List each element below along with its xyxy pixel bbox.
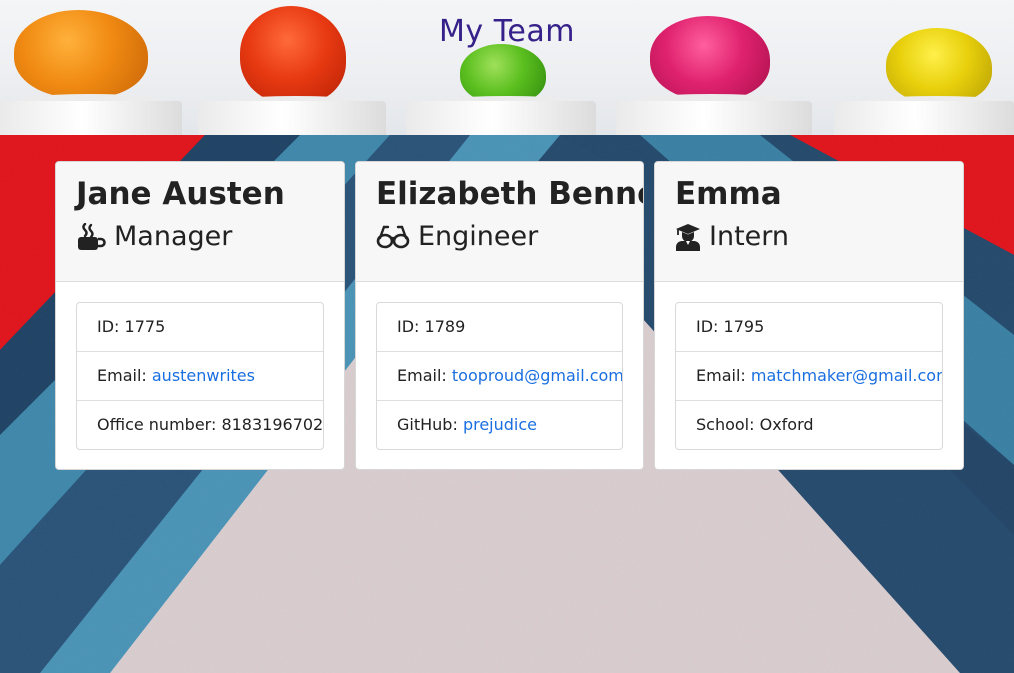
list-item-email: Email: austenwrites <box>77 352 323 401</box>
glasses-icon <box>376 224 410 250</box>
plant-pot <box>406 101 596 135</box>
card-body: ID: 1775 Email: austenwrites Office numb… <box>56 282 344 469</box>
graduate-icon <box>675 223 701 251</box>
school-label: School: <box>696 415 755 434</box>
office-number-label: Office number: <box>97 415 217 434</box>
email-link[interactable]: matchmaker@gmail.com <box>751 366 942 385</box>
info-list: ID: 1795 Email: matchmaker@gmail.com Sch… <box>675 302 943 450</box>
role-label: Intern <box>709 221 790 252</box>
role-label: Manager <box>114 221 233 252</box>
id-value: 1789 <box>424 317 466 336</box>
github-link[interactable]: prejudice <box>463 415 537 434</box>
employee-role: Engineer <box>376 220 623 254</box>
card-header: Elizabeth Bennet Engineer <box>356 162 643 282</box>
email-label: Email: <box>97 366 147 385</box>
email-link[interactable]: tooproud@gmail.com <box>452 366 622 385</box>
plant-pot <box>616 101 812 135</box>
team-card-manager: Jane Austen Manager ID: 1775 Email: aust… <box>55 161 345 470</box>
id-label: ID: <box>397 317 420 336</box>
list-item-id: ID: 1795 <box>676 303 942 352</box>
mug-icon <box>76 222 106 251</box>
green-cactus-image <box>460 44 546 104</box>
list-item-id: ID: 1789 <box>377 303 622 352</box>
list-item-school: School: Oxford <box>676 401 942 449</box>
page-title: My Team <box>439 14 575 49</box>
plant-pot <box>198 101 386 135</box>
school-value: Oxford <box>759 415 814 434</box>
list-item-office-number: Office number: 8183196702 <box>77 401 323 449</box>
info-list: ID: 1789 Email: tooproud@gmail.com GitHu… <box>376 302 623 450</box>
info-list: ID: 1775 Email: austenwrites Office numb… <box>76 302 324 450</box>
list-item-id: ID: 1775 <box>77 303 323 352</box>
plant-pot <box>834 101 1014 135</box>
card-header: Jane Austen Manager <box>56 162 344 282</box>
card-header: Emma Intern <box>655 162 963 282</box>
id-label: ID: <box>97 317 120 336</box>
employee-name: Jane Austen <box>76 176 285 212</box>
employee-name: Elizabeth Bennet <box>376 176 644 212</box>
email-link[interactable]: austenwrites <box>152 366 255 385</box>
team-card-intern: Emma Intern ID: 1795 Email: matchmaker@g… <box>654 161 964 470</box>
list-item-email: Email: matchmaker@gmail.com <box>676 352 942 401</box>
id-label: ID: <box>696 317 719 336</box>
list-item-github: GitHub: prejudice <box>377 401 622 449</box>
role-label: Engineer <box>418 221 539 252</box>
employee-name: Emma <box>675 176 782 212</box>
card-body: ID: 1795 Email: matchmaker@gmail.com Sch… <box>655 282 963 469</box>
employee-role: Manager <box>76 220 324 254</box>
employee-role: Intern <box>675 220 943 254</box>
header-banner: My Team <box>0 0 1014 135</box>
card-body: ID: 1789 Email: tooproud@gmail.com GitHu… <box>356 282 643 469</box>
plant-pot <box>0 101 182 135</box>
office-number-value: 8183196702 <box>221 415 323 434</box>
list-item-email: Email: tooproud@gmail.com <box>377 352 622 401</box>
id-value: 1795 <box>723 317 765 336</box>
github-label: GitHub: <box>397 415 458 434</box>
email-label: Email: <box>696 366 746 385</box>
team-card-engineer: Elizabeth Bennet Engineer ID: 1789 Email… <box>355 161 644 470</box>
id-value: 1775 <box>124 317 166 336</box>
email-label: Email: <box>397 366 447 385</box>
